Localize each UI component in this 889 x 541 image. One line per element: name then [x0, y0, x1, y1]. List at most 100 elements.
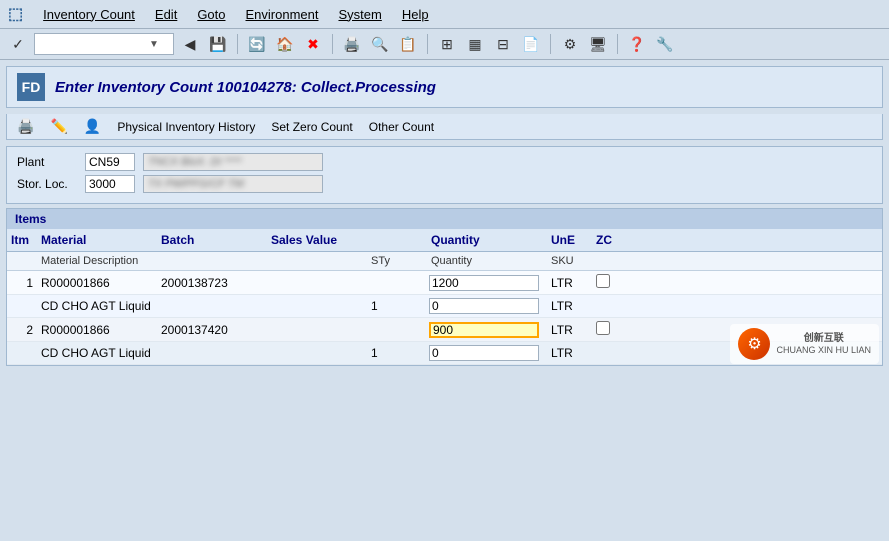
menu-environment[interactable]: Environment [246, 7, 319, 22]
separator-2 [332, 34, 333, 54]
menu-bar: ⬚ Inventory Count Edit Goto Environment … [0, 0, 889, 29]
row2-material: R000001866 [37, 322, 157, 338]
col-headers: Itm Material Batch Sales Value Quantity … [7, 229, 882, 252]
cancel-button[interactable]: ✖ [301, 32, 325, 56]
back-button[interactable]: ✓ [6, 32, 30, 56]
menu-goto[interactable]: Goto [197, 7, 225, 22]
row2-quantity-cell[interactable] [427, 321, 547, 339]
sub-quantity: Quantity [427, 254, 547, 268]
row2b-quantity2-input[interactable] [429, 345, 539, 361]
row1-quantity-cell[interactable] [427, 274, 547, 292]
physical-inventory-history-link[interactable]: Physical Inventory History [117, 120, 255, 134]
table-row: 1 R000001866 2000138723 LTR [7, 271, 882, 295]
menu-help[interactable]: Help [402, 7, 429, 22]
sub-batch [157, 254, 267, 268]
sub-sku: SKU [547, 254, 592, 268]
row2-une: LTR [547, 322, 592, 338]
nav-back-button[interactable]: ◀ [178, 32, 202, 56]
find-button[interactable]: 🔍 [368, 32, 392, 56]
col-itm: Itm [7, 231, 37, 249]
plant-label: Plant [17, 155, 77, 169]
print-action-icon[interactable]: 🖨️ [17, 118, 34, 135]
separator-4 [550, 34, 551, 54]
edit-action-icon[interactable]: ✏️ [50, 118, 67, 135]
watermark-line1: 创新互联 [776, 332, 871, 345]
grid-button[interactable]: ⊞ [435, 32, 459, 56]
doc-button[interactable]: 📄 [519, 32, 543, 56]
col-sty [367, 231, 427, 249]
row1b-itm [7, 305, 37, 307]
menu-inventory-count[interactable]: Inventory Count [43, 7, 135, 22]
main-content: FD Enter Inventory Count 100104278: Coll… [0, 60, 889, 372]
sub-itm [7, 254, 37, 268]
print-button[interactable]: 🖨️ [340, 32, 364, 56]
monitor-button[interactable]: 🖥 [586, 32, 610, 56]
storloc-value: 3000 [85, 175, 135, 193]
plant-value: CN59 [85, 153, 135, 171]
row2b-desc: CD CHO AGT Liquid [37, 345, 157, 361]
command-input-wrapper[interactable]: ▼ [34, 33, 174, 55]
row1-material: R000001866 [37, 275, 157, 291]
row1-quantity-input[interactable] [429, 275, 539, 291]
col-zc: ZC [592, 231, 617, 249]
separator-3 [427, 34, 428, 54]
row1-itm: 1 [7, 275, 37, 291]
row1b-zc [592, 305, 617, 307]
menu-items: Inventory Count Edit Goto Environment Sy… [43, 7, 428, 22]
home-button[interactable]: 🏠 [273, 32, 297, 56]
watermark-text: 创新互联 CHUANG XIN HU LIAN [776, 332, 871, 357]
menu-edit[interactable]: Edit [155, 7, 177, 22]
col-subheaders: Material Description STy Quantity SKU [7, 252, 882, 271]
clipboard-button[interactable]: 📋 [396, 32, 420, 56]
help-icon-button[interactable]: ❓ [625, 32, 649, 56]
row2-sty [367, 329, 427, 331]
row1-batch: 2000138723 [157, 275, 267, 291]
watermark: ⚙ 创新互联 CHUANG XIN HU LIAN [730, 324, 879, 364]
storloc-row: Stor. Loc. 3000 TX PM/PFG/CF TM [17, 175, 872, 193]
form-section: Plant CN59 TNCX BioX. DI **** Stor. Loc.… [6, 146, 883, 204]
storloc-label: Stor. Loc. [17, 177, 77, 191]
row2-quantity-input[interactable] [429, 322, 539, 338]
export-button[interactable]: ⊟ [491, 32, 515, 56]
table-button[interactable]: ▦ [463, 32, 487, 56]
row1b-desc: CD CHO AGT Liquid [37, 298, 157, 314]
menu-system[interactable]: System [338, 7, 381, 22]
sub-material-desc: Material Description [37, 254, 157, 268]
sub-salesval [267, 254, 367, 268]
command-input[interactable] [39, 37, 149, 51]
settings-button[interactable]: ⚙ [558, 32, 582, 56]
col-material: Material [37, 231, 157, 249]
customize-button[interactable]: 🔧 [653, 32, 677, 56]
col-batch: Batch [157, 231, 267, 249]
other-count-link[interactable]: Other Count [369, 120, 434, 134]
row2b-itm [7, 352, 37, 354]
row2b-une2: LTR [547, 345, 592, 361]
col-sales-value: Sales Value [267, 231, 367, 249]
app-icon: ⬚ [8, 4, 23, 24]
save-button[interactable]: 💾 [206, 32, 230, 56]
items-label: Items [15, 212, 46, 226]
doc-icon: FD [17, 73, 45, 101]
separator-1 [237, 34, 238, 54]
plant-desc-text: TNCX BioX. DI **** [148, 156, 242, 168]
row1b-batch [157, 305, 267, 307]
doc-header: FD Enter Inventory Count 100104278: Coll… [6, 66, 883, 108]
row1-zc-checkbox[interactable] [596, 274, 610, 288]
row2-itm: 2 [7, 322, 37, 338]
row2b-batch [157, 352, 267, 354]
row2-zc-checkbox[interactable] [596, 321, 610, 335]
watermark-icon: ⚙ [747, 334, 761, 354]
row2b-zc [592, 352, 617, 354]
row2b-qty2-cell[interactable] [427, 344, 547, 362]
user-action-icon[interactable]: 👤 [84, 118, 101, 135]
row2b-sales-value [267, 352, 367, 354]
row1b-qty2-cell[interactable] [427, 297, 547, 315]
set-zero-count-link[interactable]: Set Zero Count [271, 120, 352, 134]
dropdown-arrow-icon[interactable]: ▼ [149, 39, 159, 50]
row1b-sty: 1 [367, 298, 427, 314]
refresh-button[interactable]: 🔄 [245, 32, 269, 56]
col-quantity: Quantity [427, 231, 547, 249]
row2-sales-value [267, 329, 367, 331]
toolbar: ✓ ▼ ◀ 💾 🔄 🏠 ✖ 🖨️ 🔍 📋 ⊞ ▦ ⊟ 📄 ⚙ 🖥 ❓ 🔧 [0, 29, 889, 60]
row1b-quantity2-input[interactable] [429, 298, 539, 314]
